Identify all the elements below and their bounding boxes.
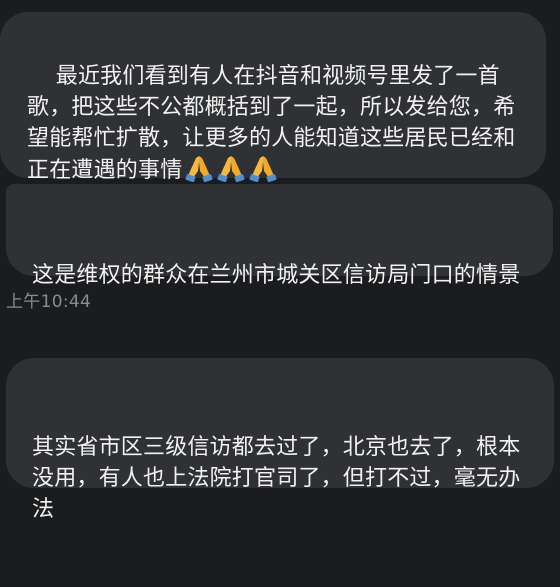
- emoji-group: [184, 154, 278, 182]
- message-bubble[interactable]: 最近我们看到有人在抖音和视频号里发了一首歌，把这些不公都概括到了一起，所以发给您…: [0, 12, 546, 183]
- message-bubble[interactable]: 其实省市区三级信访都去过了，北京也去了，根本没用，有人也上法院打官司了，但打不过…: [6, 358, 554, 522]
- pray-icon: [185, 156, 213, 182]
- message-text: 这是维权的群众在兰州市城关区信访局门口的情景: [32, 263, 521, 288]
- message-bubble[interactable]: 这是维权的群众在兰州市城关区信访局门口的情景: [6, 184, 553, 288]
- message-text: 其实省市区三级信访都去过了，北京也去了，根本没用，有人也上法院打官司了，但打不过…: [32, 435, 521, 522]
- message-timestamp: 上午10:44: [6, 292, 92, 312]
- pray-icon: [249, 156, 277, 182]
- pray-icon: [217, 156, 245, 182]
- chat-thread: 最近我们看到有人在抖音和视频号里发了一首歌，把这些不公都概括到了一起，所以发给您…: [0, 0, 560, 522]
